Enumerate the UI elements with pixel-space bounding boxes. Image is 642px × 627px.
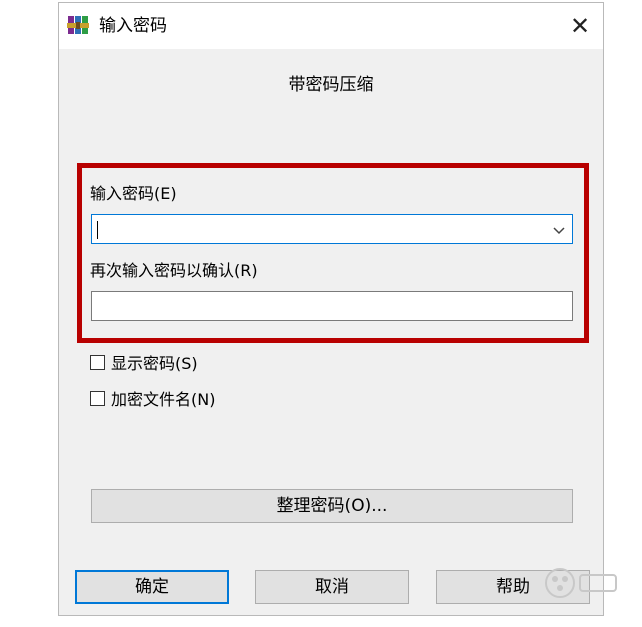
- ok-button[interactable]: 确定: [75, 570, 229, 604]
- show-password-checkbox[interactable]: 显示密码(S): [90, 350, 198, 374]
- close-button[interactable]: ✕: [557, 3, 603, 49]
- help-button[interactable]: 帮助: [436, 570, 590, 604]
- show-password-label: 显示密码(S): [111, 354, 198, 373]
- title-bar[interactable]: 输入密码 ✕: [59, 3, 603, 49]
- winrar-books-icon: [67, 16, 89, 34]
- password-dialog: 输入密码 ✕ 带密码压缩 输入密码(E) 再次输入密码以确认(R) 显示密码(S…: [58, 2, 604, 616]
- close-icon: ✕: [569, 12, 591, 40]
- window-title: 输入密码: [99, 16, 167, 36]
- password-input[interactable]: [91, 214, 573, 244]
- checkbox-icon[interactable]: [90, 354, 105, 370]
- checkbox-icon[interactable]: [90, 390, 105, 406]
- encrypt-filenames-checkbox[interactable]: 加密文件名(N): [90, 386, 215, 410]
- organize-passwords-button[interactable]: 整理密码(O)...: [91, 489, 573, 523]
- dialog-heading: 带密码压缩: [288, 75, 374, 95]
- cancel-button[interactable]: 取消: [255, 570, 409, 604]
- text-caret: [97, 221, 98, 239]
- encrypt-filenames-label: 加密文件名(N): [111, 390, 216, 409]
- chevron-down-icon[interactable]: [552, 223, 566, 237]
- confirm-password-label: 再次输入密码以确认(R): [90, 261, 258, 280]
- password-label: 输入密码(E): [90, 184, 177, 203]
- confirm-password-input[interactable]: [91, 291, 573, 321]
